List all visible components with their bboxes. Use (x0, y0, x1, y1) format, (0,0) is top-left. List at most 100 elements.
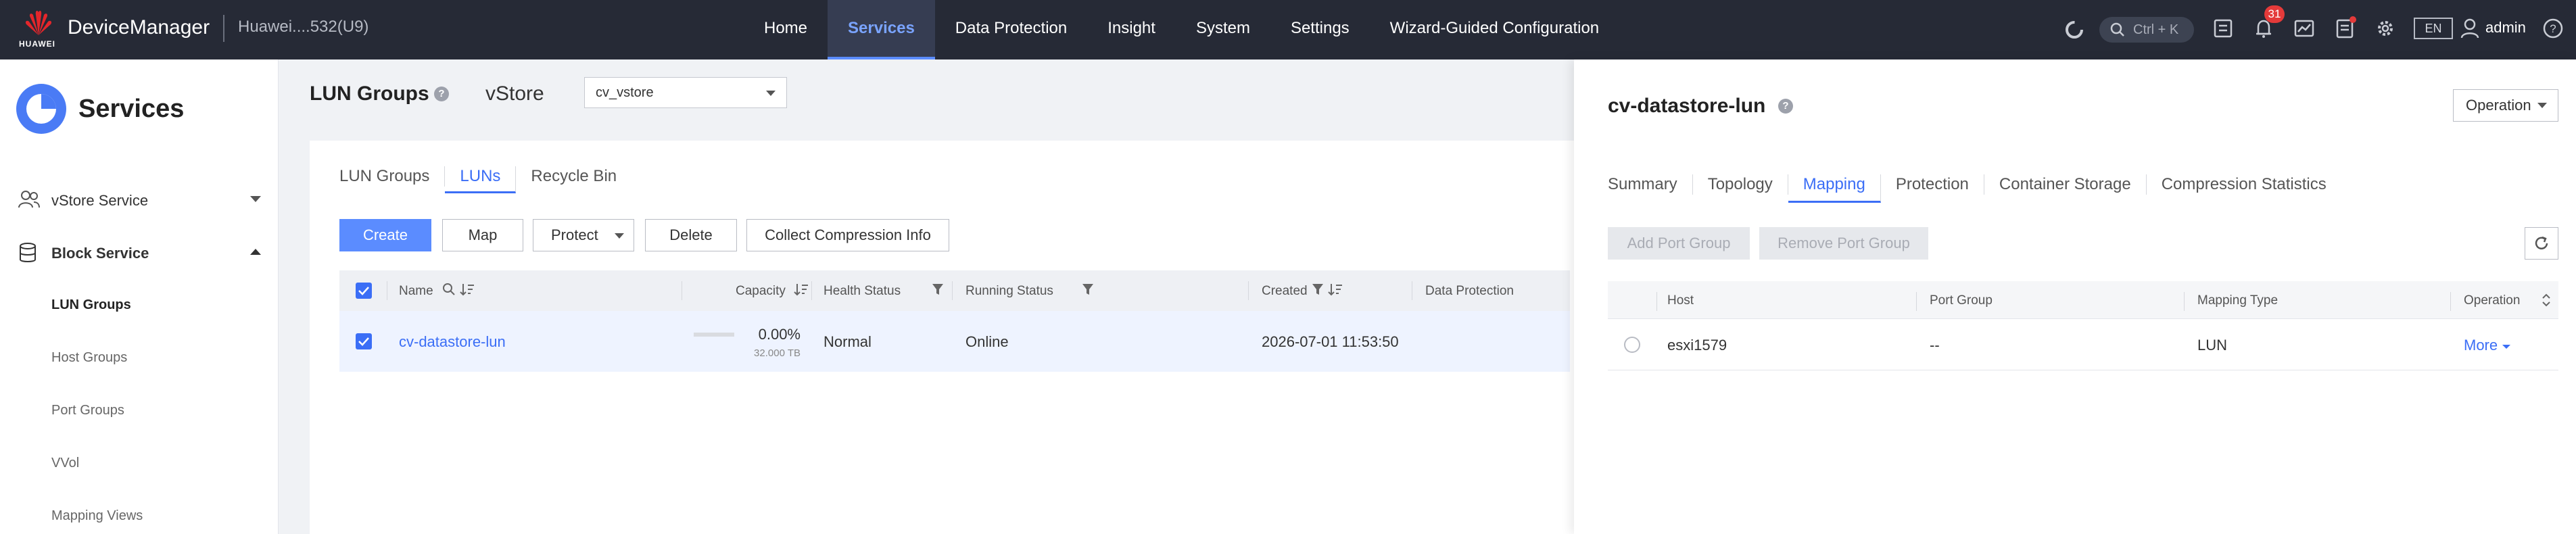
column-divider (2450, 292, 2451, 311)
help-icon[interactable]: ? (2542, 18, 2567, 42)
filter-icon[interactable] (932, 283, 944, 300)
filter-icon[interactable] (1082, 283, 1094, 300)
refresh-button[interactable] (2525, 227, 2558, 260)
col-data-protection: Data Protection (1425, 284, 1514, 298)
tab-lun-groups[interactable]: LUN Groups (339, 166, 446, 187)
collect-compression-info-button[interactable]: Collect Compression Info (746, 219, 949, 251)
search-icon[interactable] (442, 283, 456, 300)
performance-chart-icon[interactable] (2293, 18, 2318, 42)
port-group-value: -- (1930, 337, 1940, 354)
column-divider (1916, 292, 1917, 311)
row-radio[interactable] (1624, 337, 1640, 353)
column-divider (1248, 281, 1249, 300)
vstore-select[interactable]: cv_vstore (584, 77, 787, 108)
col-running-status[interactable]: Running Status (965, 284, 1053, 299)
nav-settings[interactable]: Settings (1270, 0, 1370, 59)
tab-compression-statistics[interactable]: Compression Statistics (2147, 174, 2341, 195)
sidebar-group-vstore-service[interactable]: vStore Service (18, 187, 261, 214)
remove-port-group-button[interactable]: Remove Port Group (1759, 227, 1928, 260)
col-created[interactable]: Created (1262, 284, 1308, 299)
search-shortcut: Ctrl + K (2133, 22, 2179, 37)
search-icon (2110, 22, 2124, 37)
nav-services[interactable]: Services (828, 0, 935, 59)
nav-system[interactable]: System (1176, 0, 1270, 59)
add-port-group-button[interactable]: Add Port Group (1608, 227, 1750, 260)
sidebar-item-lun-groups[interactable]: LUN Groups (51, 297, 131, 313)
device-name[interactable]: Huawei....532(U9) (238, 18, 368, 37)
sort-icon[interactable] (1328, 283, 1343, 300)
column-divider (2184, 292, 2185, 311)
help-icon[interactable]: ? (1778, 99, 1793, 114)
col-port-group[interactable]: Port Group (1930, 293, 1993, 308)
table-row[interactable]: cv-datastore-lun 0.00% 32.000 TB Normal … (339, 311, 1570, 372)
more-link[interactable]: More (2464, 337, 2511, 354)
vstore-select-value: cv_vstore (596, 85, 654, 100)
create-button[interactable]: Create (339, 219, 431, 251)
event-log-dot (2350, 16, 2356, 23)
column-settings-icon[interactable] (2541, 292, 2552, 312)
tab-summary[interactable]: Summary (1608, 174, 1693, 195)
chevron-down-icon (766, 91, 776, 96)
sidebar-item-host-groups[interactable]: Host Groups (51, 350, 127, 366)
global-search[interactable]: Ctrl + K (2099, 17, 2194, 43)
help-icon[interactable]: ? (434, 87, 449, 101)
tab-topology[interactable]: Topology (1693, 174, 1788, 195)
chevron-down-icon (615, 233, 624, 239)
refresh-icon (2535, 236, 2548, 249)
lun-name-link[interactable]: cv-datastore-lun (399, 333, 506, 351)
nav-insight[interactable]: Insight (1087, 0, 1176, 59)
col-host[interactable]: Host (1667, 293, 1694, 308)
delete-button[interactable]: Delete (645, 219, 737, 251)
sidebar-group-block-service[interactable]: Block Service (18, 239, 261, 266)
sort-icon[interactable] (460, 283, 475, 300)
mapping-table-header: Host Port Group Mapping Type Operation (1608, 281, 2558, 319)
col-mapping-type[interactable]: Mapping Type (2197, 293, 2278, 308)
tab-mapping[interactable]: Mapping (1788, 174, 1881, 203)
operation-button[interactable]: Operation (2453, 89, 2558, 122)
tab-luns[interactable]: LUNs (445, 166, 517, 193)
column-divider (952, 281, 953, 300)
col-name[interactable]: Name (399, 284, 433, 299)
header-tools: Ctrl + K 31 EN admin ? (2035, 0, 2576, 59)
nav-data-protection[interactable]: Data Protection (935, 0, 1087, 59)
protect-button[interactable]: Protect (533, 219, 634, 251)
gear-icon[interactable] (2375, 18, 2399, 42)
app-name: DeviceManager (68, 16, 210, 39)
sort-icon[interactable] (794, 283, 809, 300)
tab-protection[interactable]: Protection (1881, 174, 1984, 195)
panel-tabs: Summary Topology Mapping Protection Cont… (1608, 174, 2341, 203)
refresh-spinner-icon[interactable] (2062, 18, 2086, 42)
language-switch[interactable]: EN (2414, 18, 2453, 39)
lun-card: LUN Groups LUNs Recycle Bin Create Map P… (310, 141, 1574, 534)
nav-home[interactable]: Home (744, 0, 828, 59)
mapping-type-value: LUN (2197, 337, 2228, 354)
col-capacity[interactable]: Capacity (736, 284, 786, 299)
chevron-up-icon (250, 249, 261, 255)
nav-wizard-guided-configuration[interactable]: Wizard-Guided Configuration (1370, 0, 1619, 59)
tab-recycle-bin[interactable]: Recycle Bin (516, 166, 631, 187)
lun-tabs: LUN Groups LUNs Recycle Bin (339, 166, 631, 193)
user-name[interactable]: admin (2485, 19, 2526, 37)
col-health-status[interactable]: Health Status (824, 284, 901, 299)
chevron-down-icon (2537, 103, 2547, 108)
sidebar-title: Services (78, 95, 185, 123)
user-icon[interactable] (2460, 18, 2484, 42)
select-all-checkbox[interactable] (356, 283, 372, 299)
users-icon (18, 189, 41, 214)
filter-icon[interactable] (1312, 283, 1324, 300)
running-status: Online (965, 333, 1009, 350)
map-button[interactable]: Map (442, 219, 523, 251)
services-icon (16, 84, 66, 134)
row-checkbox[interactable] (356, 333, 372, 349)
sidebar-item-port-groups[interactable]: Port Groups (51, 403, 124, 418)
vstore-label: vStore (485, 82, 544, 105)
alarm-count-badge: 31 (2264, 5, 2285, 23)
panel-title: cv-datastore-lun (1608, 95, 1766, 117)
brand[interactable]: HUAWEI DeviceManager (19, 8, 222, 51)
host-name: esxi1579 (1667, 337, 1727, 354)
sidebar-item-vvol[interactable]: VVol (51, 456, 79, 471)
tab-container-storage[interactable]: Container Storage (1984, 174, 2147, 195)
sidebar-item-mapping-views[interactable]: Mapping Views (51, 508, 143, 524)
task-list-icon[interactable] (2212, 18, 2237, 42)
table-row[interactable]: esxi1579 -- LUN More (1608, 319, 2558, 370)
